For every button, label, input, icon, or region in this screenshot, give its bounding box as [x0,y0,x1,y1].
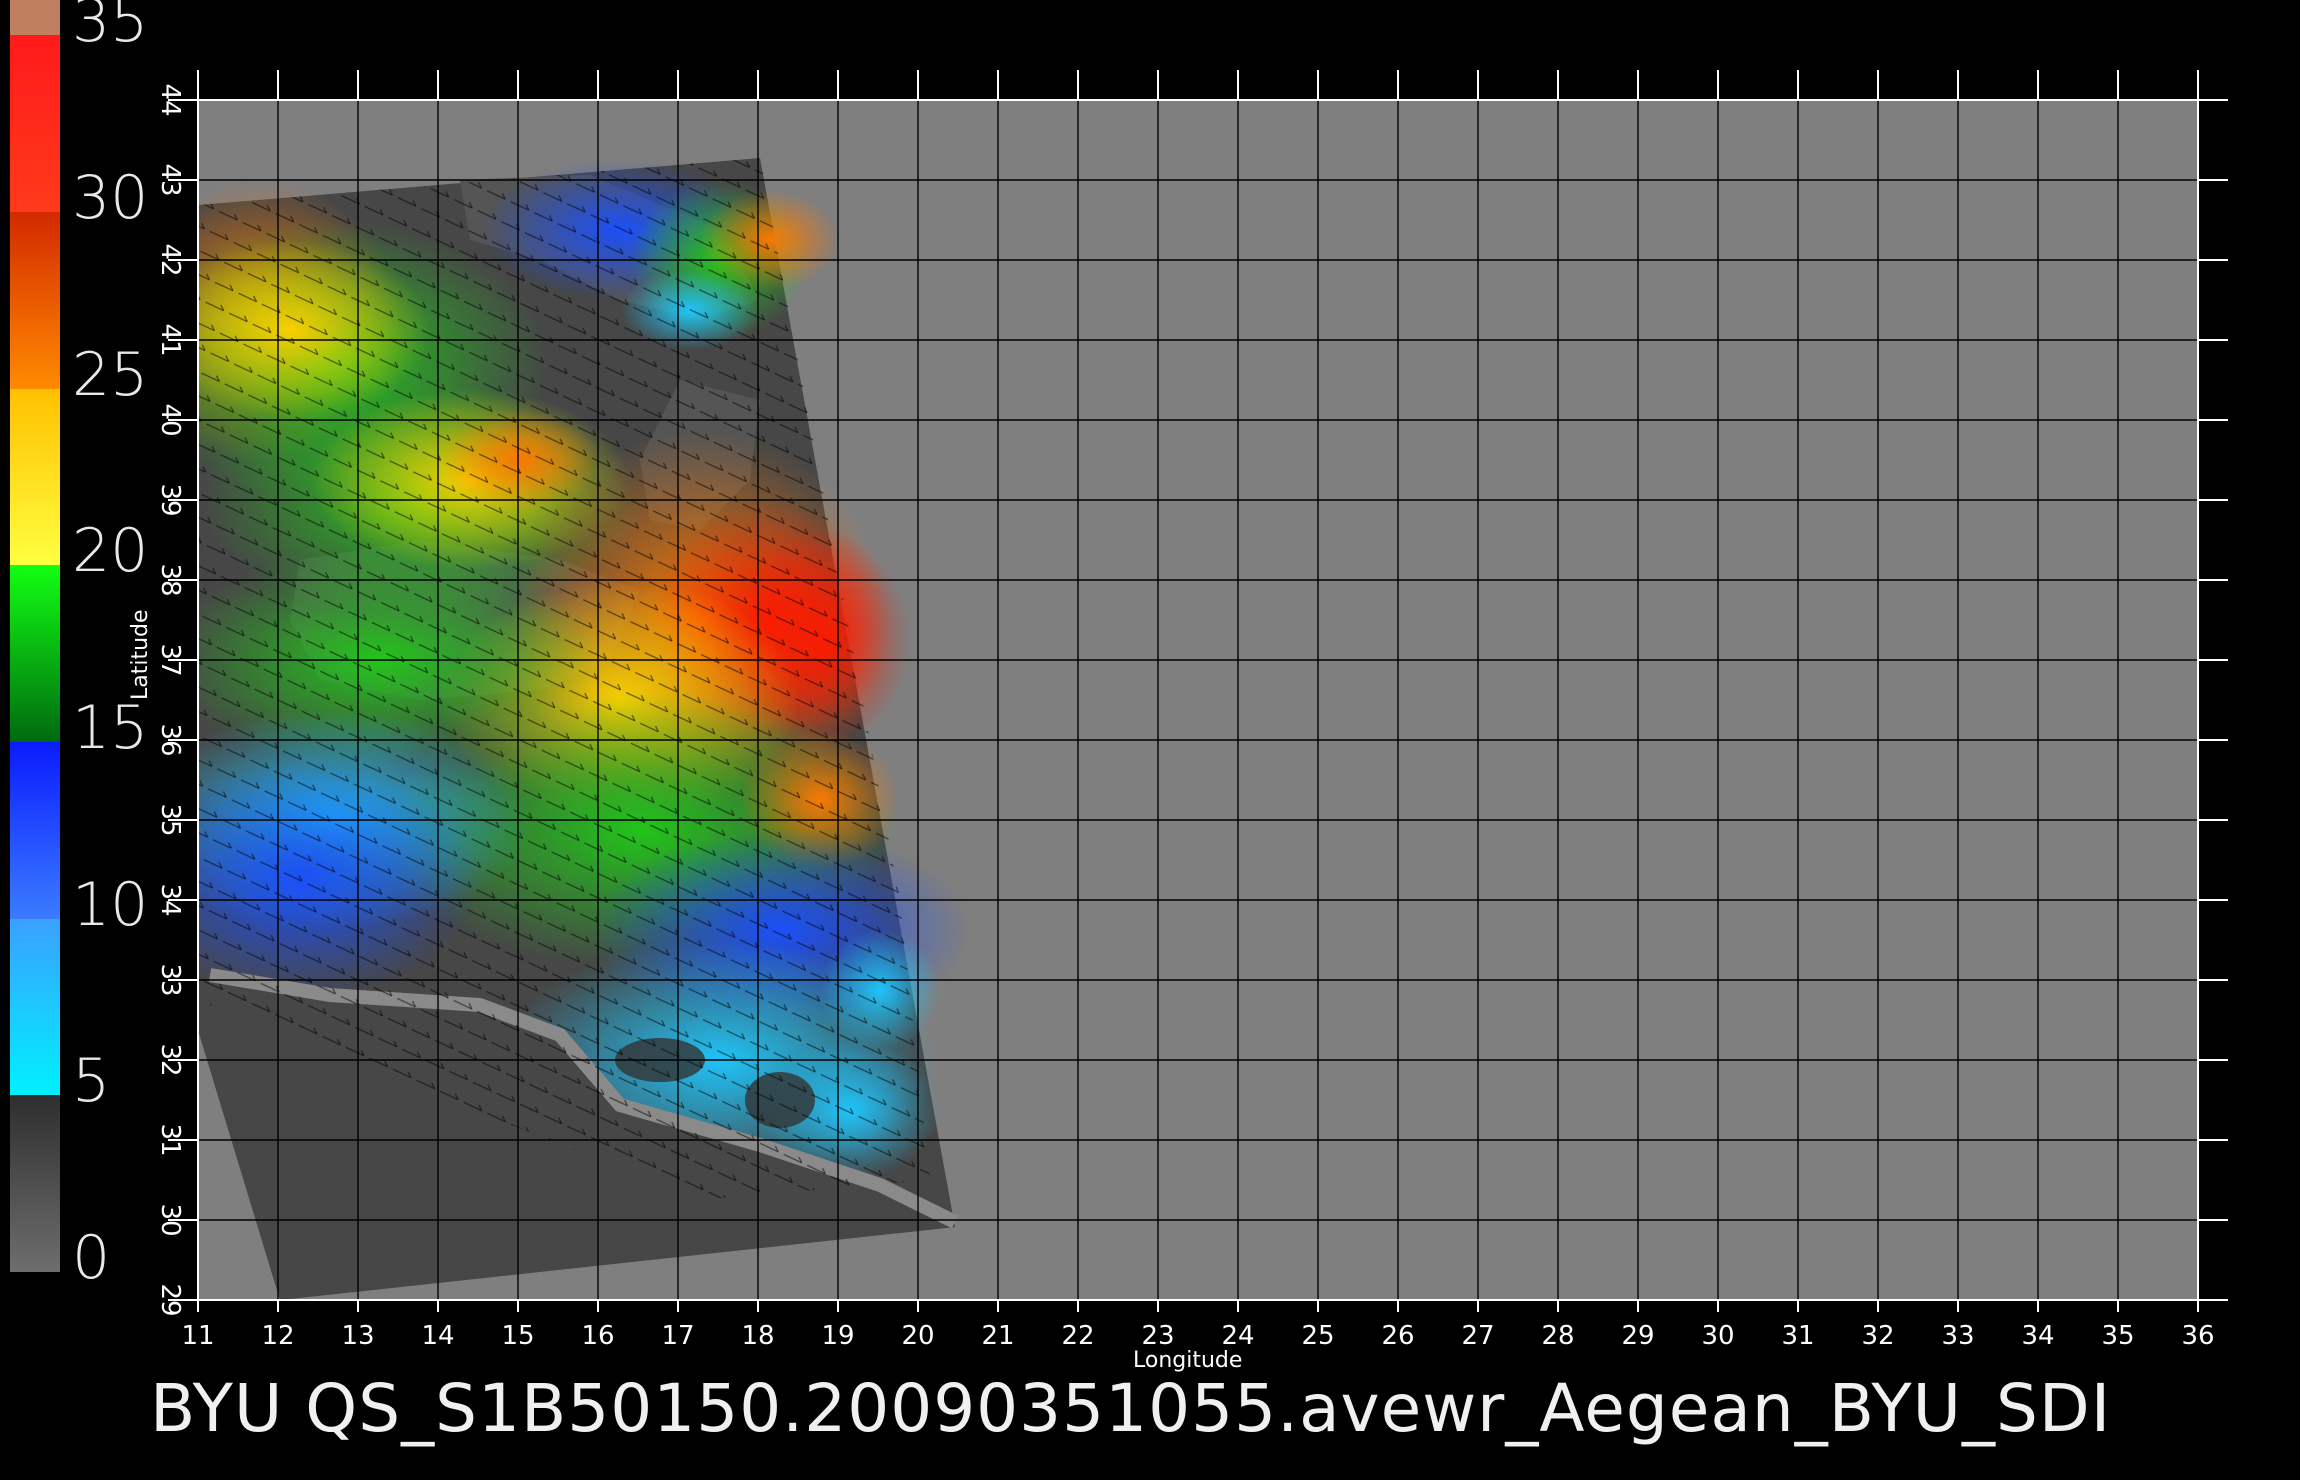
x-tick-label: 18 [741,1321,774,1351]
x-tick-label: 31 [1781,1321,1814,1351]
map-plot: 11 12 13 14 15 16 17 18 19 20 21 22 23 24 25 26 27 28 29 30… [155,70,2228,1351]
x-tick-label: 17 [661,1321,694,1351]
x-tick-label: 29 [1621,1321,1654,1351]
y-tick-label: 36 [155,723,185,756]
x-tick-label: 16 [581,1321,614,1351]
y-tick-label: 29 [155,1283,185,1316]
x-tick-label: 33 [1941,1321,1974,1351]
x-tick-label: 14 [421,1321,454,1351]
x-tick-label: 11 [181,1321,214,1351]
figure-title: BYU QS_S1B50150.20090351055.avewr_Aegean… [150,1370,2112,1447]
x-tick-label: 13 [341,1321,374,1351]
wind-speed-map-figure: 35 30 25 20 15 10 5 0 11 12 13 14 15 16 … [0,0,2300,1480]
x-tick-label: 21 [981,1321,1014,1351]
y-tick-label: 32 [155,1043,185,1076]
x-tick-label: 15 [501,1321,534,1351]
x-tick-label: 19 [821,1321,854,1351]
x-tick-label: 24 [1221,1321,1254,1351]
x-tick-label: 28 [1541,1321,1574,1351]
x-tick-label: 35 [2101,1321,2134,1351]
y-tick-label: 35 [155,803,185,836]
x-tick-label: 30 [1701,1321,1734,1351]
x-tick-label: 12 [261,1321,294,1351]
y-tick-label: 41 [155,323,185,356]
x-tick-label: 32 [1861,1321,1894,1351]
y-tick-label: 42 [155,243,185,276]
x-tick-label: 22 [1061,1321,1094,1351]
y-tick-label: 34 [155,883,185,916]
x-tick-label: 20 [901,1321,934,1351]
y-tick-label: 44 [155,83,185,116]
x-tick-label: 23 [1141,1321,1174,1351]
y-tick-label: 38 [155,563,185,596]
y-tick-label: 31 [155,1123,185,1156]
y-tick-label: 37 [155,643,185,676]
x-tick-label: 25 [1301,1321,1334,1351]
y-axis-title: Latitude [128,609,153,700]
x-tick-label: 36 [2181,1321,2214,1351]
y-tick-label: 43 [155,163,185,196]
x-tick-label: 34 [2021,1321,2054,1351]
y-tick-label: 30 [155,1203,185,1236]
y-tick-label: 40 [155,403,185,436]
y-tick-label: 39 [155,483,185,516]
x-tick-label: 27 [1461,1321,1494,1351]
y-tick-label: 33 [155,963,185,996]
x-tick-label: 26 [1381,1321,1414,1351]
